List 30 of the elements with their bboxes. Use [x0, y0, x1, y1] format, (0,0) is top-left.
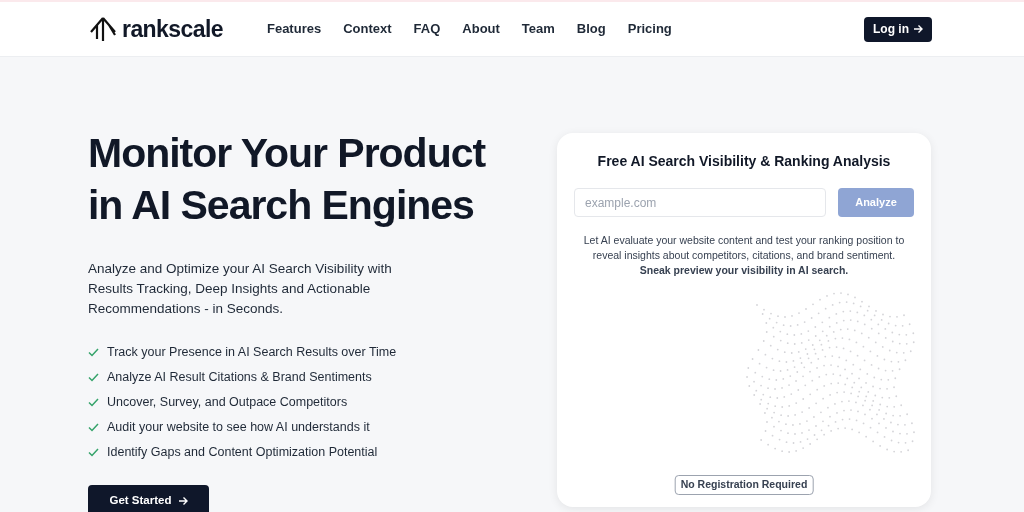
feature-text: Analyze AI Result Citations & Brand Sentiments	[107, 368, 372, 386]
nav-link[interactable]: Context	[343, 19, 392, 39]
no-registration-label: No Registration Required	[674, 475, 814, 495]
nav-link[interactable]: Blog	[576, 19, 606, 39]
url-field[interactable]: example.com	[574, 188, 826, 217]
subtitle: Analyze and Optimize your AI Search Visibility with Results Tracking, Deep Insights and Actionable Recommendations - in Seconds.	[88, 260, 393, 318]
check-icon	[88, 372, 99, 382]
logo-text: rankscale	[122, 14, 223, 44]
check-icon	[88, 397, 99, 407]
feature-text: Identify Gaps and Content Optimization Potential	[107, 443, 378, 461]
headline: in AI Search Engines	[88, 181, 475, 230]
get-started-button[interactable]: Get Started	[88, 485, 209, 512]
nav-link[interactable]: About	[462, 19, 500, 39]
check-icon	[88, 447, 99, 457]
feature-text: Track your Presence in AI Search Results over Time	[107, 343, 397, 361]
nav-link[interactable]: Pricing	[627, 19, 672, 39]
card-description: Let AI evaluate your website content and test your ranking position to reveal insights about competitors, citations, and brand sentiment. Sneak preview your visibility in AI search.	[582, 233, 906, 278]
login-button[interactable]: Log in	[864, 16, 932, 42]
check-icon	[88, 347, 99, 357]
feature-text: Audit your website to see how AI understands it	[107, 418, 370, 436]
logo-icon	[88, 16, 118, 42]
arrow-icon	[177, 496, 188, 506]
headline: Monitor Your Product	[88, 129, 487, 178]
arrow-icon	[913, 24, 923, 34]
feature-text: Uncover, Survey, and Outpace Competitors	[107, 393, 348, 411]
nav-link[interactable]: Features	[266, 19, 322, 39]
check-icon	[88, 422, 99, 432]
card-title: Free AI Search Visibility & Ranking Analysis	[597, 152, 891, 171]
nav-link[interactable]: Team	[521, 19, 555, 39]
nav-link[interactable]: FAQ	[413, 19, 441, 39]
